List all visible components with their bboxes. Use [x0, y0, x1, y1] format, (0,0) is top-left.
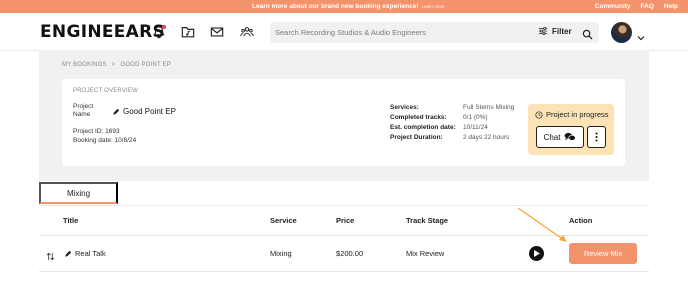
project-overview-title: PROJECT OVERVIEW	[73, 88, 138, 94]
chat-button[interactable]: Chat	[536, 126, 584, 148]
project-duration-value: 2 days 22 hours	[463, 134, 510, 141]
project-status-box: Project in progress Chat	[528, 104, 614, 155]
breadcrumb-my-bookings[interactable]: MY BOOKINGS	[62, 62, 107, 68]
reorder-arrows-icon[interactable]	[46, 248, 55, 261]
track-stage: Mix Review	[406, 249, 445, 258]
search-icon[interactable]	[582, 27, 593, 40]
banner-learn-more-link[interactable]: Learn more	[422, 4, 445, 9]
services-label: Services:	[390, 104, 419, 111]
column-header-price[interactable]: Price	[336, 216, 354, 225]
table-row-title[interactable]: Real Talk	[64, 249, 106, 258]
chat-bubbles-icon	[565, 132, 577, 141]
more-options-button[interactable]	[587, 126, 606, 148]
column-header-title[interactable]: Title	[63, 216, 78, 225]
project-name-text: Good Point EP	[123, 107, 176, 116]
announcement-banner: Learn more about our brand new booking e…	[0, 0, 688, 13]
project-name-label: Project Name	[73, 103, 94, 118]
column-header-action: Action	[569, 216, 593, 225]
filter-button[interactable]: Filter	[538, 26, 572, 36]
project-name[interactable]: Good Point EP	[112, 107, 176, 116]
more-vertical-icon	[595, 132, 598, 142]
top-navigation: ENGINEEARS Filter	[0, 13, 688, 51]
project-duration-label: Project Duration:	[390, 134, 443, 141]
community-icon[interactable]	[240, 25, 254, 39]
search-input[interactable]	[275, 25, 525, 40]
booking-date: Booking date: 10/8/24	[73, 137, 137, 144]
breadcrumb-current: GOOD POINT EP	[120, 62, 171, 68]
status-label: Project in progress	[546, 110, 609, 119]
pencil-icon[interactable]	[112, 108, 120, 116]
project-info-values: Full Stems Mixing 0/1 (0%) 10/11/24 2 da…	[463, 103, 514, 143]
banner-message[interactable]: Learn more about our brand new booking e…	[252, 3, 445, 10]
banner-links: Community FAQ Help	[595, 3, 678, 10]
banner-message-text: Learn more about our brand new booking e…	[252, 3, 419, 10]
help-link[interactable]: Help	[664, 3, 678, 10]
chevron-down-icon[interactable]	[637, 29, 645, 41]
column-header-service[interactable]: Service	[270, 216, 297, 225]
services-value: Full Stems Mixing	[463, 104, 515, 111]
user-avatar[interactable]	[611, 22, 632, 43]
play-button[interactable]	[529, 246, 544, 261]
status-badge: Project in progress	[535, 110, 609, 119]
bell-icon[interactable]	[152, 25, 166, 39]
tab-divider	[39, 205, 649, 206]
track-service: Mixing	[270, 249, 292, 258]
filter-label: Filter	[552, 26, 572, 36]
search-bar: Filter	[270, 22, 599, 43]
chat-label: Chat	[543, 132, 561, 142]
project-id: Project ID: 1693	[73, 128, 120, 135]
faq-link[interactable]: FAQ	[641, 3, 654, 10]
play-icon	[534, 250, 540, 257]
pencil-icon[interactable]	[64, 250, 72, 258]
completed-tracks-label: Completed tracks:	[390, 114, 447, 121]
breadcrumb-separator: >	[111, 62, 116, 68]
column-header-track-stage[interactable]: Track Stage	[406, 216, 448, 225]
track-price: $200.00	[336, 249, 364, 258]
track-title: Real Talk	[75, 249, 106, 258]
completed-tracks-value: 0/1 (0%)	[463, 114, 488, 121]
mail-icon[interactable]	[210, 25, 224, 39]
community-link[interactable]: Community	[595, 3, 631, 10]
table-row-divider	[39, 271, 649, 272]
review-mix-button[interactable]: Review Mix	[569, 243, 637, 264]
est-completion-value: 10/11/24	[463, 124, 488, 131]
engineears-logo[interactable]: ENGINEEARS	[40, 22, 165, 42]
clock-icon	[535, 110, 543, 119]
breadcrumb: MY BOOKINGS > GOOD POINT EP	[62, 62, 171, 68]
est-completion-label: Est. completion date:	[390, 124, 456, 131]
folder-music-icon[interactable]	[181, 25, 195, 39]
table-header-divider	[39, 235, 649, 236]
project-info-labels: Services: Completed tracks: Est. complet…	[390, 103, 456, 143]
tab-mixing[interactable]: Mixing	[39, 182, 118, 204]
filter-icon	[538, 27, 548, 35]
notification-dot	[162, 25, 166, 29]
